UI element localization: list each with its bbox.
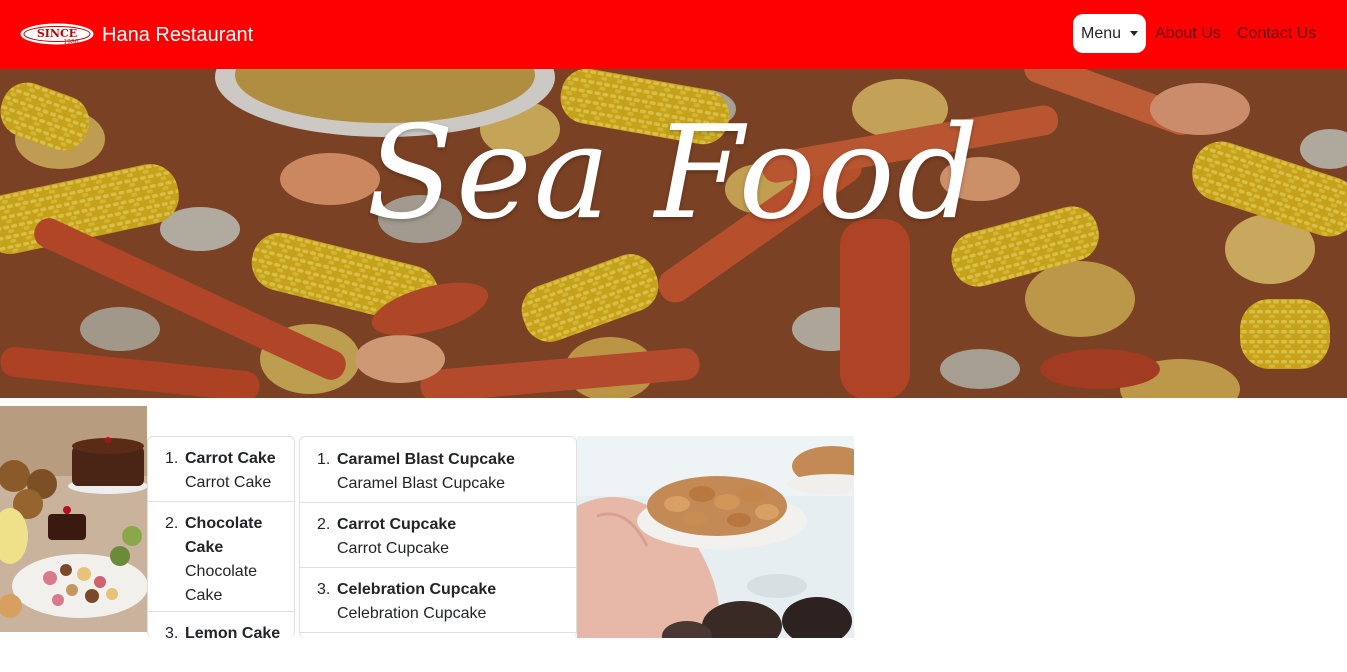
list-item-number: 3. <box>317 581 331 598</box>
nav-link-contact-us[interactable]: Contact Us <box>1237 24 1316 44</box>
list-item-title: Carrot Cupcake <box>337 516 457 533</box>
list-item-title: Carrot Cake <box>185 450 276 467</box>
list-item-description: Carrot Cupcake <box>337 540 450 557</box>
list-item-description: Caramel Blast Cupcake <box>337 475 506 492</box>
caret-down-icon <box>1130 31 1138 36</box>
cupcakes-list: 1. Caramel Blast Cupcake Caramel Blast C… <box>299 436 577 638</box>
list-item-number: 2. <box>317 516 331 533</box>
cupcakes-photo <box>577 436 854 638</box>
list-item-number: 1. <box>317 451 331 468</box>
menu-dropdown-button[interactable]: Menu <box>1073 14 1146 53</box>
list-item[interactable]: 1. Caramel Blast Cupcake Caramel Blast C… <box>300 437 576 503</box>
list-item[interactable]: 2. Carrot Cupcake Carrot Cupcake <box>300 503 576 568</box>
list-item-description: Carrot Cake <box>185 474 272 491</box>
list-item-description: Chocolate Cake <box>185 563 258 604</box>
hero-title: Sea Food <box>366 99 981 248</box>
list-item[interactable]: 1. Carrot Cake Carrot Cake <box>148 437 294 502</box>
list-item-description: Celebration Cupcake <box>337 605 487 622</box>
list-item-title: Chocolate Cake <box>185 515 263 556</box>
cakes-list: 1. Carrot Cake Carrot Cake 2. Chocolate … <box>147 436 295 642</box>
list-item-title: Caramel Blast Cupcake <box>337 451 515 468</box>
nav-link-about-us[interactable]: About Us <box>1155 24 1221 44</box>
list-item-title: Celebration Cupcake <box>337 581 497 598</box>
list-item[interactable]: 3. Celebration Cupcake Celebration Cupca… <box>300 568 576 633</box>
list-item-number: 3. <box>165 625 179 642</box>
list-item-number: 2. <box>165 515 179 532</box>
navbar: SINCE 1980 Hana Restaurant Menu About Us… <box>0 0 1347 69</box>
list-item-title: Lemon Cake <box>185 625 281 642</box>
list-item[interactable]: 3. Lemon Cake <box>148 612 294 672</box>
since-1980-logo[interactable]: SINCE 1980 <box>19 22 95 46</box>
list-item-number: 1. <box>165 450 179 467</box>
hero-banner: Sea Food <box>0 69 1347 398</box>
menu-label: Menu <box>1081 25 1122 42</box>
cakes-photo <box>0 406 147 632</box>
svg-text:1980: 1980 <box>63 39 78 46</box>
brand-name[interactable]: Hana Restaurant <box>102 22 253 48</box>
list-item[interactable]: 2. Chocolate Cake Chocolate Cake <box>148 502 294 612</box>
